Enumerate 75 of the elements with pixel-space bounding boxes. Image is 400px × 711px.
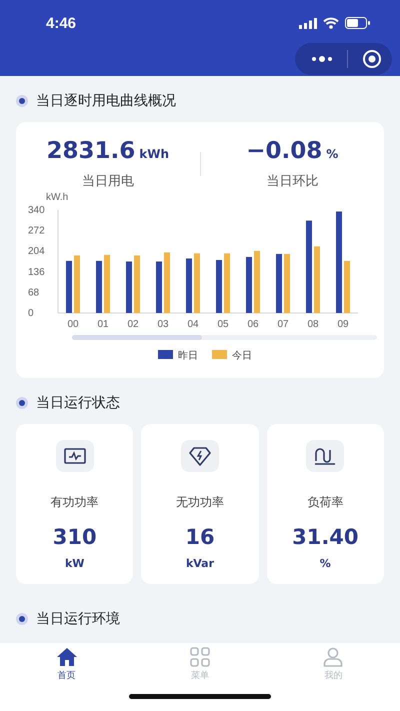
bar: [246, 256, 252, 313]
bar: [164, 252, 170, 313]
summary-unit: kWh: [139, 147, 170, 161]
person-icon: [323, 647, 344, 667]
x-tick-label: 04: [187, 319, 199, 330]
bullet-icon: [16, 95, 28, 107]
stat-value: 16: [185, 525, 215, 549]
bar: [284, 254, 290, 313]
x-tick-label: 09: [337, 319, 349, 330]
tab[interactable]: 首页: [0, 647, 134, 682]
bar: [134, 255, 140, 313]
grid-icon: [190, 647, 210, 667]
stat-unit: kW: [64, 557, 84, 570]
summary-value: 2831.6: [46, 138, 136, 164]
tab[interactable]: 我的: [266, 647, 400, 682]
chart-scrollbar[interactable]: [72, 335, 377, 340]
bar: [344, 260, 350, 313]
stat-value: 31.40: [292, 525, 359, 549]
section-title: 当日运行环境: [36, 610, 120, 628]
bar: [254, 250, 260, 313]
stat-unit: kVar: [186, 557, 214, 570]
bar: [314, 246, 320, 313]
waveform-monitor-icon: [64, 448, 86, 464]
summary-label: 当日用电: [82, 173, 134, 190]
summary-unit: %: [326, 147, 338, 161]
x-tick-label: 01: [97, 319, 109, 330]
y-tick-label: 340: [28, 205, 45, 216]
bar: [224, 253, 230, 313]
bar: [194, 253, 200, 313]
bullet-icon: [16, 613, 28, 625]
summary-label: 当日环比: [266, 173, 318, 190]
stat-unit: %: [320, 557, 331, 570]
x-tick-label: 03: [157, 319, 169, 330]
section-title: 当日逐时用电曲线概况: [36, 92, 176, 110]
x-tick-label: 02: [127, 319, 139, 330]
x-tick-label: 00: [67, 319, 79, 330]
more-icon[interactable]: [311, 55, 333, 63]
x-tick-label: 08: [307, 319, 319, 330]
x-tick-label: 06: [247, 319, 259, 330]
x-tick-label: 07: [277, 319, 289, 330]
bar: [96, 260, 102, 313]
signal-icon: [299, 18, 317, 28]
status-time: 4:46: [46, 14, 76, 32]
wifi-icon: [323, 17, 339, 29]
bar: [104, 254, 110, 313]
y-axis-unit: kW.h: [46, 192, 68, 203]
y-tick-label: 204: [28, 246, 45, 258]
load-curve-icon: [314, 447, 336, 465]
section-title: 当日运行状态: [36, 394, 120, 412]
bar: [156, 262, 162, 313]
stat-label: 有功功率: [50, 494, 99, 511]
bar: [74, 255, 80, 313]
bar: [126, 262, 132, 313]
stat-label: 无功功率: [176, 494, 224, 511]
battery-icon: [345, 17, 370, 29]
stat-value: 310: [52, 525, 97, 549]
bar: [186, 258, 192, 313]
summary-value: −0.08: [246, 138, 322, 164]
y-tick-label: 272: [28, 226, 45, 237]
legend-swatch: [158, 350, 173, 359]
bar: [66, 260, 72, 313]
lightning-diamond-icon: [188, 446, 211, 466]
legend-swatch: [212, 350, 227, 359]
y-tick-label: 68: [28, 287, 40, 298]
legend-label: 今日: [232, 350, 252, 362]
tab[interactable]: 菜单: [133, 647, 267, 682]
stat-label: 负荷率: [307, 494, 344, 511]
home-icon: [56, 647, 78, 667]
bar: [216, 260, 222, 313]
x-tick-label: 05: [217, 319, 229, 330]
bullet-icon: [16, 397, 28, 409]
y-tick-label: 0: [28, 308, 34, 319]
legend-label: 昨日: [178, 350, 198, 362]
y-tick-label: 136: [28, 266, 45, 278]
bar: [276, 254, 282, 313]
